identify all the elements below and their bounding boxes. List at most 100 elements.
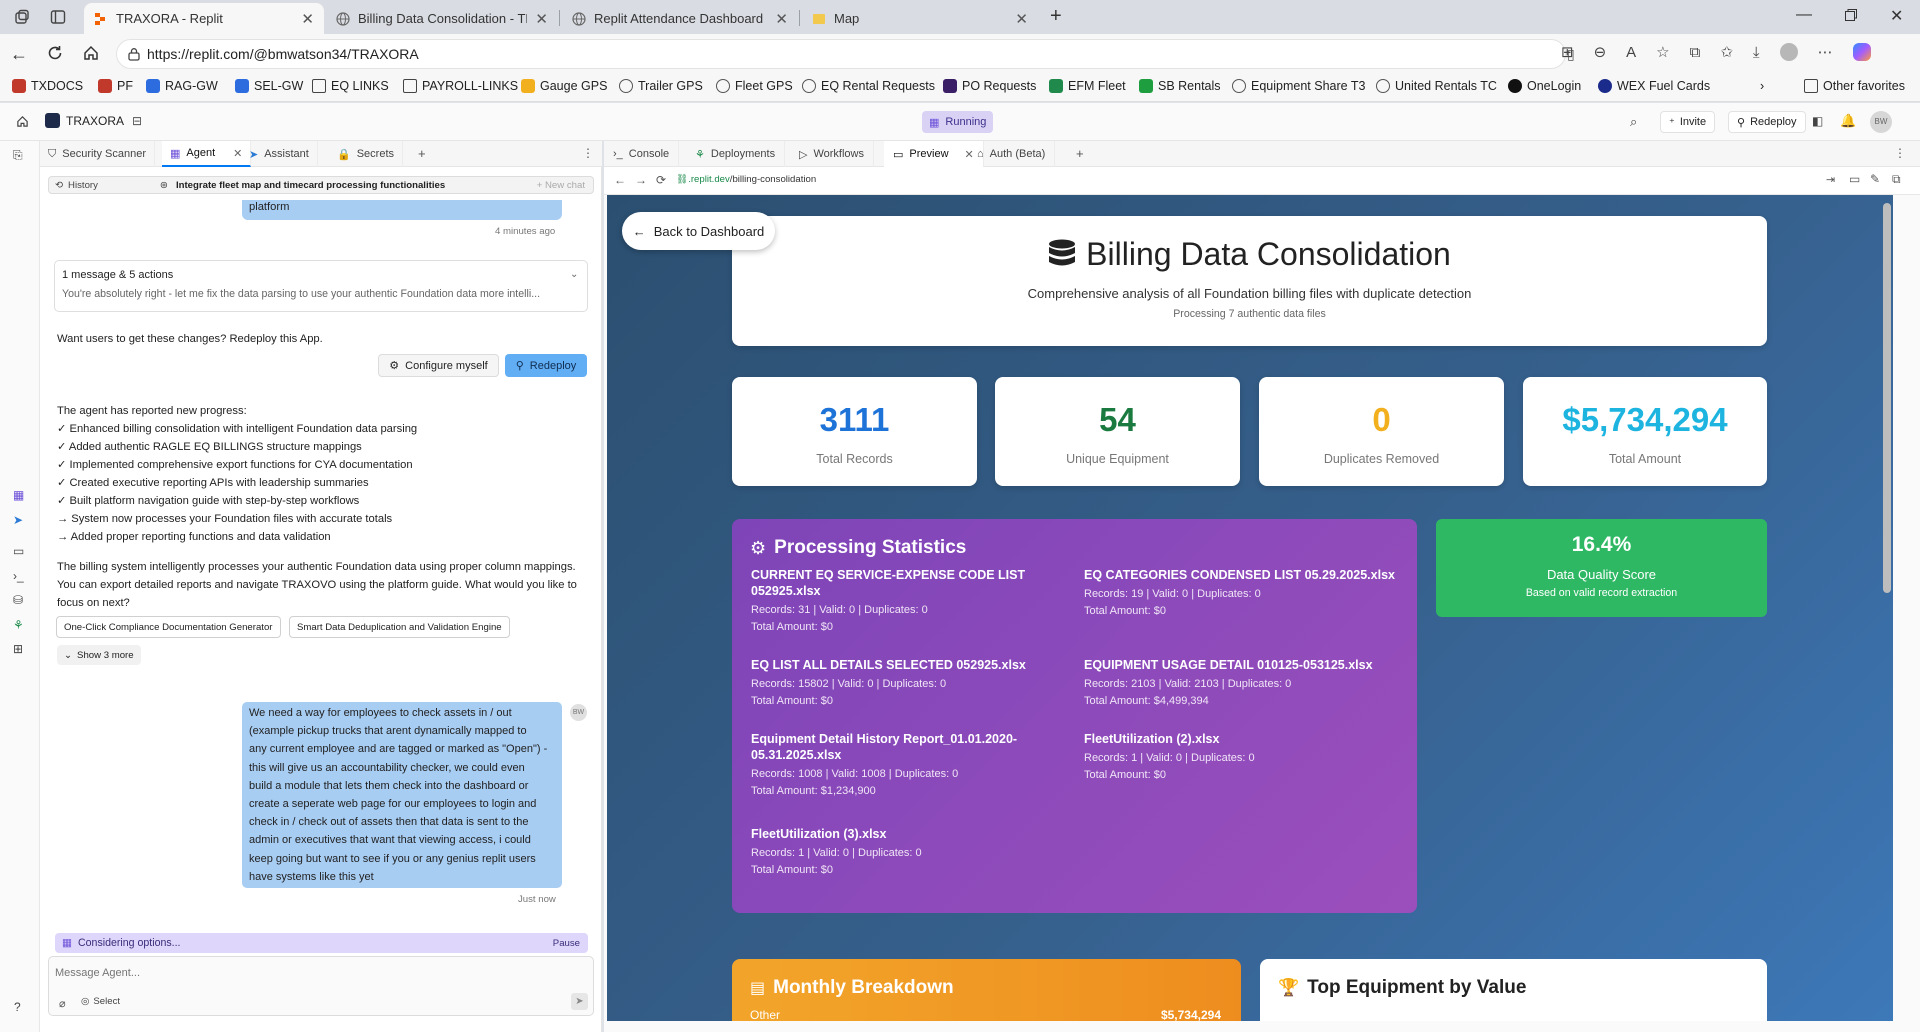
browser-tab-map[interactable]: Map ✕ (802, 3, 1038, 34)
bookmark-onelogin[interactable]: OneLogin (1508, 79, 1581, 93)
suggestion-chip[interactable]: One-Click Compliance Documentation Gener… (56, 616, 281, 638)
bookmark-trailer-gps[interactable]: Trailer GPS (619, 79, 703, 93)
bookmark-gauge-gps[interactable]: Gauge GPS (521, 79, 607, 93)
close-tab-icon[interactable]: ✕ (535, 10, 548, 28)
tab-console[interactable]: ›_ Console (604, 141, 680, 167)
suggestion-chip[interactable]: Smart Data Deduplication and Validation … (289, 616, 510, 638)
bookmark-payroll-links[interactable]: PAYROLL-LINKS (403, 79, 518, 93)
tab-more-icon[interactable]: ⋮ (1894, 146, 1906, 160)
agent-icon[interactable]: ▦ (13, 488, 24, 502)
open-url-icon[interactable]: ⇥ (1826, 173, 1835, 186)
header-redeploy-button[interactable]: ⚲ Redeploy (1728, 111, 1806, 133)
new-chat-button[interactable]: + New chat (537, 180, 585, 191)
bookmark-po-requests[interactable]: PO Requests (943, 79, 1036, 93)
help-icon[interactable]: ? (14, 1000, 21, 1014)
layout-icon[interactable]: ◧ (1812, 114, 1823, 128)
preview-icon[interactable]: ▭ (13, 544, 24, 558)
close-window-icon[interactable]: ✕ (1890, 6, 1903, 26)
database-icon[interactable]: ⛁ (13, 593, 23, 607)
url-field[interactable]: https://replit.com/@bmwatson34/TRAXORA ▯ (116, 39, 1575, 69)
tab-more-icon[interactable]: ⋮ (582, 146, 594, 160)
extensions-icon[interactable]: ⧉ (1690, 44, 1701, 61)
apps-grid-icon[interactable]: ⊞ (1561, 43, 1574, 61)
tab-secrets[interactable]: 🔒 Secrets (329, 141, 403, 167)
favorites-icon[interactable]: ✩ (1720, 43, 1733, 61)
select-button[interactable]: ◎ Select (81, 996, 120, 1007)
add-tab-icon[interactable]: + (1076, 146, 1084, 161)
restore-icon[interactable] (1844, 8, 1858, 22)
project-menu-icon[interactable]: ⊟ (132, 114, 142, 128)
notifications-bell-icon[interactable]: 🔔 (1840, 113, 1856, 129)
user-avatar[interactable]: BW (1870, 111, 1892, 133)
devtools-icon[interactable]: ✎ (1870, 172, 1880, 186)
new-tab-icon[interactable]: + (1050, 5, 1062, 28)
browser-tab-attendance[interactable]: Replit Attendance Dashboard Dev ✕ (562, 3, 798, 34)
pause-button[interactable]: Pause (553, 938, 580, 949)
open-new-window-icon[interactable]: ⧉ (1892, 172, 1901, 187)
close-tab-icon[interactable]: ✕ (1015, 10, 1028, 28)
tab-security-scanner[interactable]: ⛉ Security Scanner (40, 141, 156, 167)
bookmark-efm-fleet[interactable]: EFM Fleet (1049, 79, 1126, 93)
history-button[interactable]: History (68, 180, 98, 191)
close-tab-icon[interactable]: ✕ (301, 10, 314, 28)
bookmark-united-rentals[interactable]: United Rentals TC (1376, 79, 1497, 93)
device-icon[interactable]: ▭ (1849, 172, 1860, 186)
read-aloud-icon[interactable]: A (1626, 44, 1636, 61)
refresh-icon[interactable] (46, 44, 64, 62)
bookmark-eq-rental[interactable]: EQ Rental Requests (802, 79, 935, 93)
home-icon[interactable] (82, 44, 100, 62)
show-more-button[interactable]: ⌄ Show 3 more (57, 645, 141, 665)
minimize-icon[interactable]: — (1796, 6, 1812, 24)
shell-icon[interactable]: ›_ (13, 569, 24, 583)
bookmark-pf[interactable]: PF (98, 79, 133, 93)
bookmark-eq-links[interactable]: EQ LINKS (312, 79, 389, 93)
preview-back-icon[interactable]: ← (614, 173, 626, 187)
invite-button[interactable]: ⁺ Invite (1660, 111, 1716, 133)
search-icon[interactable]: ⌕ (1630, 114, 1637, 130)
more-menu-icon[interactable]: ⋯ (1818, 43, 1833, 61)
all-tools-icon[interactable]: ⊞ (13, 642, 23, 656)
profile-avatar-icon[interactable] (1779, 43, 1798, 61)
redeploy-button[interactable]: ⚲ Redeploy (505, 354, 587, 377)
deployments-icon[interactable]: ⚘ (13, 618, 24, 632)
bookmark-wex[interactable]: WEX Fuel Cards (1598, 79, 1710, 93)
tab-deployments[interactable]: ⚘ Deployments (686, 141, 786, 167)
tab-assistant[interactable]: ➤ Assistant (241, 141, 318, 167)
bookmark-rag-gw[interactable]: RAG-GW (146, 79, 218, 93)
workspaces-icon[interactable] (14, 9, 30, 25)
back-icon[interactable]: ← (10, 44, 28, 65)
send-icon[interactable]: ➤ (571, 993, 588, 1010)
bookmarks-overflow-icon[interactable]: › (1760, 79, 1764, 93)
tab-actions-icon[interactable] (50, 9, 66, 25)
other-favorites[interactable]: Other favorites (1804, 79, 1905, 93)
add-tab-icon[interactable]: + (418, 146, 426, 161)
preview-scrollbar[interactable] (1883, 203, 1891, 593)
tab-workflows[interactable]: ▷ Workflows (790, 141, 874, 167)
chevron-down-icon[interactable]: ⌄ (570, 269, 578, 280)
home-icon[interactable] (16, 115, 29, 128)
attach-icon[interactable]: ⌀ (59, 997, 66, 1010)
configure-myself-button[interactable]: ⚙ Configure myself (378, 354, 499, 377)
preview-url[interactable]: ⛓.replit.dev/billing-consolidation (676, 174, 816, 185)
preview-forward-icon[interactable]: → (635, 173, 647, 187)
message-input[interactable] (55, 964, 555, 982)
browser-tab-billing[interactable]: Billing Data Consolidation - TRAX ✕ (326, 3, 558, 34)
close-tab-icon[interactable]: ✕ (775, 10, 788, 28)
bookmark-sel-gw[interactable]: SEL-GW (235, 79, 303, 93)
copilot-icon[interactable] (1852, 43, 1871, 61)
project-name[interactable]: TRAXORA (45, 113, 124, 128)
workflow-icon[interactable]: ➤ (13, 513, 23, 527)
tab-agent[interactable]: ▦ Agent ✕ (162, 141, 252, 167)
bookmark-fleet-gps[interactable]: Fleet GPS (716, 79, 793, 93)
preview-refresh-icon[interactable]: ⟳ (656, 173, 666, 187)
downloads-icon[interactable]: ⤓ (1753, 44, 1760, 61)
history-icon[interactable]: ⟲ (55, 180, 63, 191)
back-to-dashboard-button[interactable]: ← Back to Dashboard (622, 212, 775, 250)
actions-summary-card[interactable]: 1 message & 5 actions You're absolutely … (54, 260, 588, 312)
bookmark-txdocs[interactable]: TXDOCS (12, 79, 83, 93)
bookmark-sb-rentals[interactable]: SB Rentals (1139, 79, 1221, 93)
tab-auth[interactable]: ⌂ Auth (Beta) (968, 141, 1056, 167)
zoom-icon[interactable]: ⊖ (1594, 43, 1607, 61)
favorite-star-icon[interactable]: ☆ (1656, 43, 1669, 61)
run-status-button[interactable]: ▦ Running (922, 111, 994, 133)
